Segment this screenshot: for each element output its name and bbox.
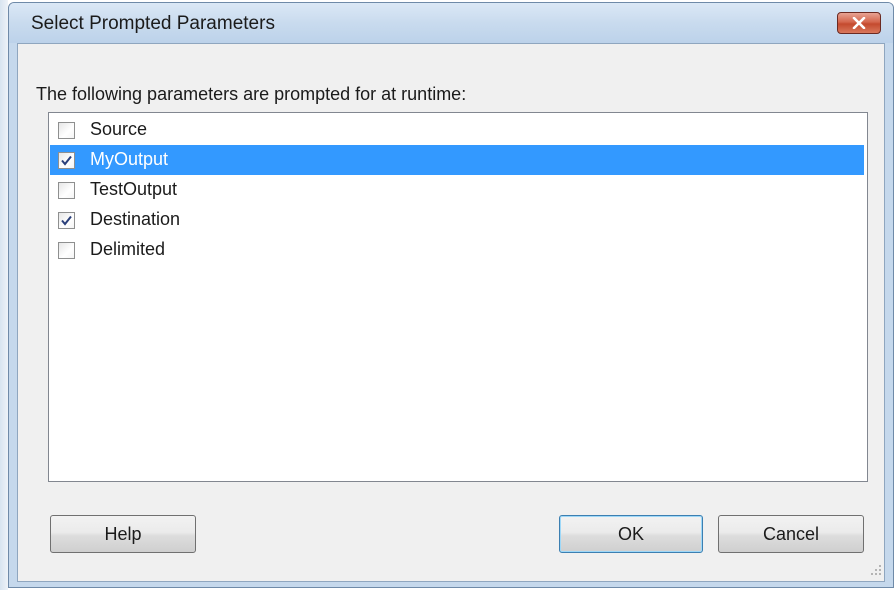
- list-item-destination[interactable]: Destination: [50, 205, 864, 235]
- list-item-label: Destination: [90, 209, 181, 229]
- list-item-label: Source: [90, 119, 148, 139]
- help-button[interactable]: Help: [50, 515, 196, 553]
- parameter-list[interactable]: Source MyOutput TestOutput Destination D…: [48, 112, 868, 482]
- close-button[interactable]: [837, 12, 881, 34]
- checkbox-testoutput[interactable]: [58, 182, 75, 199]
- list-item-label: TestOutput: [90, 179, 178, 199]
- checkmark-icon: [61, 155, 72, 166]
- checkbox-myoutput[interactable]: [58, 152, 75, 169]
- checkmark-icon: [61, 215, 72, 226]
- list-item-delimited[interactable]: Delimited: [50, 235, 864, 265]
- list-item-label: Delimited: [90, 239, 166, 259]
- prompt-label: The following parameters are prompted fo…: [36, 84, 467, 104]
- list-item-testoutput[interactable]: TestOutput: [50, 175, 864, 205]
- checkbox-delimited[interactable]: [58, 242, 75, 259]
- resize-grip-icon[interactable]: [870, 564, 882, 576]
- cancel-button[interactable]: Cancel: [718, 515, 864, 553]
- dialog-title: Select Prompted Parameters: [31, 13, 275, 34]
- checkbox-destination[interactable]: [58, 212, 75, 229]
- list-item-source[interactable]: Source: [50, 115, 864, 145]
- ok-button[interactable]: OK: [559, 515, 703, 553]
- title-bar[interactable]: Select Prompted Parameters: [9, 3, 893, 43]
- close-icon: [852, 17, 866, 29]
- desktop-background: [0, 0, 8, 590]
- list-item-myoutput[interactable]: MyOutput: [50, 145, 864, 175]
- list-item-label: MyOutput: [90, 149, 169, 169]
- checkbox-source[interactable]: [58, 122, 75, 139]
